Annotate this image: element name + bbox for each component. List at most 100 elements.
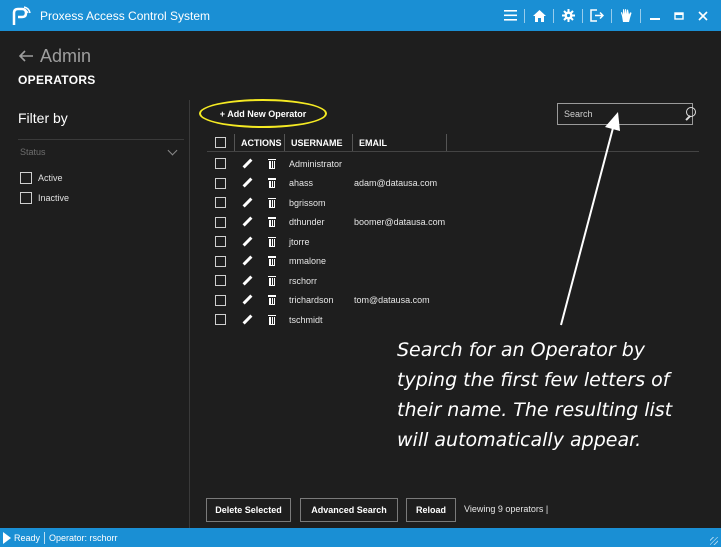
table-row[interactable]: tschmidt (207, 310, 494, 330)
filter-option-inactive[interactable]: Inactive (20, 192, 69, 204)
username-cell: mmalone (289, 256, 327, 267)
title-separator (582, 8, 583, 23)
column-header-email[interactable]: EMAIL (352, 134, 447, 151)
pencil-icon (242, 217, 252, 227)
search-input[interactable] (558, 104, 681, 124)
trash-icon (267, 314, 276, 325)
filter-option-active[interactable]: Active (20, 172, 63, 184)
table-header: ACTIONS USERNAME EMAIL (207, 134, 447, 151)
edit-button[interactable] (240, 237, 253, 247)
delete-button[interactable] (265, 295, 278, 306)
row-checkbox[interactable] (215, 197, 226, 209)
back-link[interactable]: Admin (18, 46, 91, 67)
row-checkbox[interactable] (215, 177, 226, 189)
advanced-search-button[interactable]: Advanced Search (300, 498, 398, 522)
pencil-icon (242, 295, 252, 305)
username-cell: jtorre (289, 236, 310, 247)
search-icon[interactable] (681, 104, 696, 124)
status-ready: Ready (14, 532, 41, 543)
table-row[interactable]: rschorr (207, 271, 494, 291)
app-title: Proxess Access Control System (40, 8, 211, 23)
filter-option-label: Inactive (38, 193, 70, 203)
reload-button[interactable]: Reload (406, 498, 456, 522)
table-row[interactable]: dthunder boomer@datausa.com (207, 213, 494, 233)
title-separator (640, 8, 641, 23)
filter-option-label: Active (38, 173, 63, 183)
edit-button[interactable] (240, 295, 253, 305)
pencil-icon (242, 237, 252, 247)
table-row[interactable]: bgrissom (207, 193, 494, 213)
edit-button[interactable] (240, 276, 253, 286)
table-row[interactable]: mmalone (207, 252, 494, 272)
row-checkbox[interactable] (215, 158, 226, 170)
row-checkbox[interactable] (215, 216, 226, 228)
back-label: Admin (40, 46, 92, 66)
delete-selected-button[interactable]: Delete Selected (206, 498, 291, 522)
trash-icon (267, 197, 276, 208)
maximize-icon[interactable] (667, 0, 691, 31)
title-separator (524, 8, 525, 23)
table-row[interactable]: trichardson tom@datausa.com (207, 291, 494, 311)
row-checkbox[interactable] (215, 236, 226, 248)
select-all-checkbox[interactable] (215, 137, 226, 148)
column-header-username[interactable]: USERNAME (284, 134, 352, 151)
row-checkbox-cell (207, 275, 234, 287)
delete-button[interactable] (265, 197, 278, 208)
table-row[interactable]: Administrator (207, 154, 494, 174)
edit-button[interactable] (240, 178, 253, 188)
email-cell: adam@datausa.com (354, 178, 438, 189)
table-row[interactable]: jtorre (207, 232, 494, 252)
delete-button[interactable] (265, 236, 278, 247)
edit-button[interactable] (240, 217, 253, 227)
page-title: OPERATORS (18, 73, 96, 87)
row-checkbox[interactable] (215, 314, 226, 326)
edit-button[interactable] (240, 315, 253, 325)
pencil-icon (242, 315, 252, 325)
row-checkbox-cell (207, 158, 234, 170)
delete-button[interactable] (265, 158, 278, 169)
status-filter-toggle[interactable]: Status (20, 145, 182, 157)
back-arrow-icon (18, 46, 34, 67)
row-checkbox[interactable] (215, 275, 226, 287)
username-cell: bgrissom (289, 197, 326, 208)
search-box (557, 103, 696, 125)
title-bar: Proxess Access Control System (0, 0, 721, 31)
settings-icon[interactable] (556, 0, 580, 31)
filter-checkbox[interactable] (20, 192, 32, 204)
hand-icon[interactable] (614, 0, 638, 31)
add-new-operator-button[interactable]: + Add New Operator (199, 99, 327, 128)
edit-button[interactable] (240, 256, 253, 266)
email-cell: boomer@datausa.com (354, 217, 446, 228)
delete-button[interactable] (265, 217, 278, 228)
edit-button[interactable] (240, 159, 253, 169)
pencil-icon (242, 178, 252, 188)
status-arrow-icon (3, 531, 11, 544)
username-cell: ahass (289, 178, 314, 189)
menu-icon[interactable] (498, 0, 522, 31)
home-icon[interactable] (527, 0, 551, 31)
delete-button[interactable] (265, 256, 278, 267)
row-checkbox[interactable] (215, 294, 226, 306)
delete-button[interactable] (265, 178, 278, 189)
username-cell: rschorr (289, 275, 318, 286)
filter-title: Filter by (18, 110, 68, 126)
row-checkbox-cell (207, 197, 234, 209)
table-header-divider (207, 151, 699, 152)
table-row[interactable]: ahass adam@datausa.com (207, 174, 494, 194)
row-checkbox-cell (207, 255, 234, 267)
title-separator (611, 8, 612, 23)
delete-button[interactable] (265, 275, 278, 286)
row-checkbox-cell (207, 294, 234, 306)
username-cell: dthunder (289, 217, 325, 228)
logout-icon[interactable] (585, 0, 609, 31)
close-icon[interactable] (691, 0, 715, 31)
minimize-icon[interactable] (643, 0, 667, 31)
username-cell: tschmidt (289, 314, 323, 325)
resize-grip-icon[interactable] (710, 537, 718, 545)
edit-button[interactable] (240, 198, 253, 208)
delete-button[interactable] (265, 314, 278, 325)
filter-checkbox[interactable] (20, 172, 32, 184)
trash-icon (267, 295, 276, 306)
record-count: Viewing 9 operators | (464, 504, 549, 514)
row-checkbox[interactable] (215, 255, 226, 267)
